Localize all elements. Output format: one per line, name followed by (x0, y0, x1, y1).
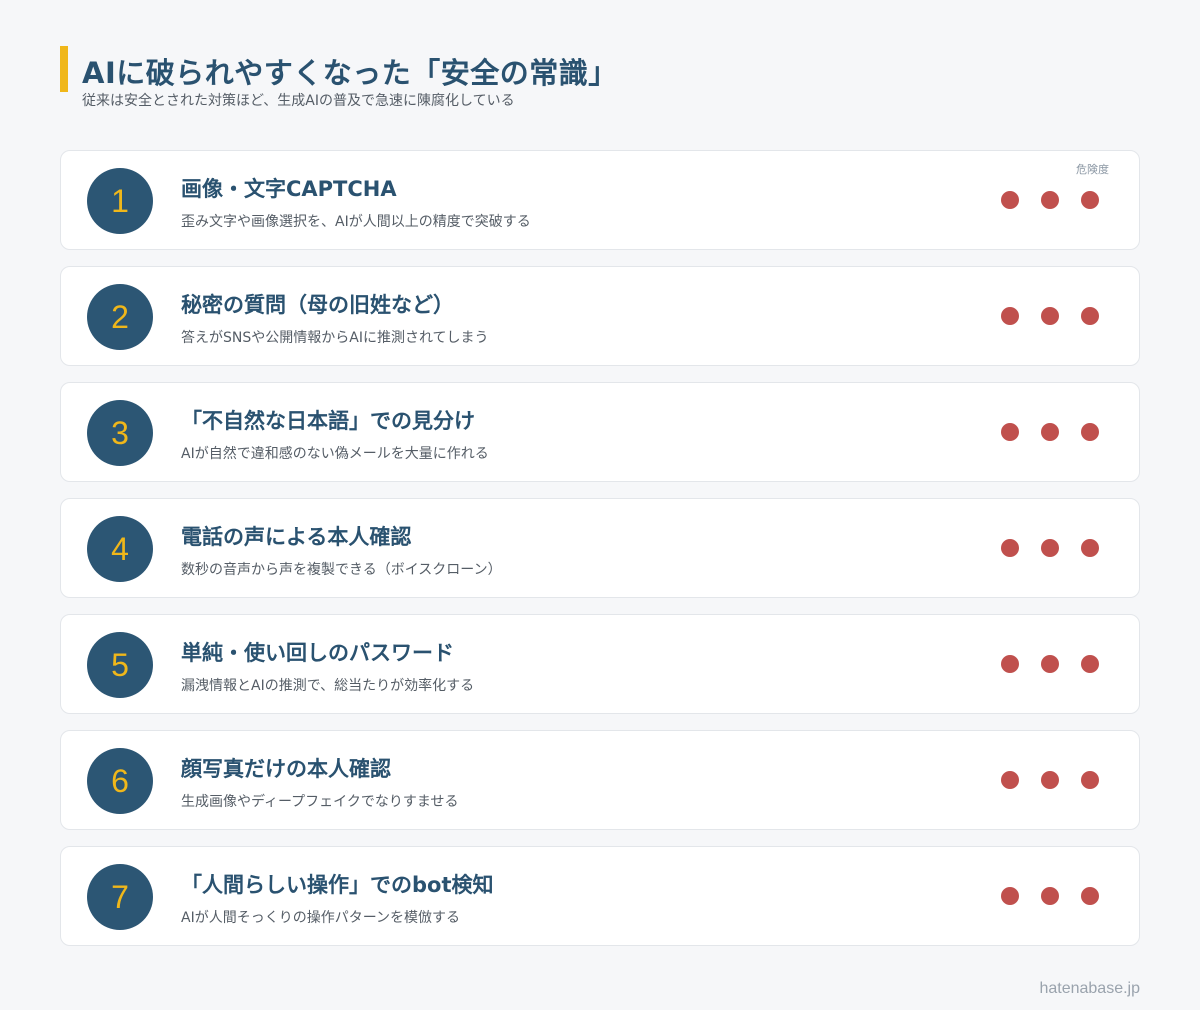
risk-dot-icon (1081, 655, 1099, 673)
risk-dot-icon (1081, 887, 1099, 905)
item-description: 生成画像やディープフェイクでなりすませる (181, 794, 459, 810)
risk-dot-icon (1001, 539, 1019, 557)
accent-bar (60, 46, 68, 92)
risk-list: 1 画像・文字CAPTCHA 歪み文字や画像選択を、AIが人間以上の精度で突破する 危… (60, 150, 1140, 962)
risk-dot-icon (1001, 307, 1019, 325)
risk-indicator (1001, 655, 1099, 673)
risk-indicator (1001, 887, 1099, 905)
item-number-badge: 6 (87, 748, 153, 814)
item-title: 画像・文字CAPTCHA (181, 177, 397, 201)
risk-indicator (1001, 771, 1099, 789)
risk-dot-icon (1041, 191, 1059, 209)
risk-dot-icon (1001, 887, 1019, 905)
item-title: 「不自然な日本語」での見分け (181, 409, 475, 433)
risk-dot-icon (1081, 423, 1099, 441)
risk-indicator (1001, 423, 1099, 441)
risk-dot-icon (1081, 307, 1099, 325)
item-number-badge: 3 (87, 400, 153, 466)
risk-dot-icon (1041, 771, 1059, 789)
risk-dot-icon (1041, 655, 1059, 673)
item-description: 答えがSNSや公開情報からAIに推測されてしまう (181, 330, 489, 346)
risk-indicator (1001, 539, 1099, 557)
risk-dot-icon (1041, 539, 1059, 557)
list-item: 7 「人間らしい操作」でのbot検知 AIが人間そっくりの操作パターンを模倣する (60, 846, 1140, 946)
list-item: 5 単純・使い回しのパスワード漏洩情報とAIの推測で、総当たりが効率化する (60, 614, 1140, 714)
risk-dot-icon (1001, 771, 1019, 789)
item-description: 漏洩情報とAIの推測で、総当たりが効率化する (181, 678, 475, 694)
item-number-badge: 7 (87, 864, 153, 930)
risk-dot-icon (1001, 423, 1019, 441)
footer-site: hatenabase.jp (1039, 980, 1140, 997)
item-description: AIが自然で違和感のない偽メールを大量に作れる (181, 446, 489, 462)
list-item: 6 顔写真だけの本人確認生成画像やディープフェイクでなりすませる (60, 730, 1140, 830)
item-title: 単純・使い回しのパスワード (181, 641, 454, 665)
page-title: AIに破られやすくなった「安全の常識」 (82, 56, 618, 90)
item-number-badge: 1 (87, 168, 153, 234)
risk-dot-icon (1041, 423, 1059, 441)
list-item: 4 電話の声による本人確認数秒の音声から声を複製できる（ボイスクローン） (60, 498, 1140, 598)
item-number-badge: 4 (87, 516, 153, 582)
page-subtitle: 従来は安全とされた対策ほど、生成AIの普及で急速に陳腐化している (82, 93, 515, 109)
risk-dot-icon (1041, 307, 1059, 325)
list-item: 1 画像・文字CAPTCHA 歪み文字や画像選択を、AIが人間以上の精度で突破する 危… (60, 150, 1140, 250)
item-description: AIが人間そっくりの操作パターンを模倣する (181, 910, 461, 926)
item-description: 数秒の音声から声を複製できる（ボイスクローン） (181, 562, 502, 578)
risk-dot-icon (1081, 191, 1099, 209)
list-item: 2 秘密の質問（母の旧姓など） 答えがSNSや公開情報からAIに推測されてしまう (60, 266, 1140, 366)
risk-dot-icon (1041, 887, 1059, 905)
risk-indicator (1001, 191, 1099, 209)
item-number-badge: 5 (87, 632, 153, 698)
item-number-badge: 2 (87, 284, 153, 350)
item-description: 歪み文字や画像選択を、AIが人間以上の精度で突破する (181, 214, 531, 230)
risk-dot-icon (1001, 191, 1019, 209)
risk-label: 危険度 (1076, 163, 1109, 176)
risk-indicator (1001, 307, 1099, 325)
item-title: 顔写真だけの本人確認 (181, 757, 391, 781)
item-title: 「人間らしい操作」でのbot検知 (181, 873, 494, 897)
header: AIに破られやすくなった「安全の常識」 従来は安全とされた対策ほど、生成AIの普… (60, 44, 1140, 114)
list-item: 3 「不自然な日本語」での見分け AIが自然で違和感のない偽メールを大量に作れる (60, 382, 1140, 482)
risk-dot-icon (1081, 771, 1099, 789)
risk-dot-icon (1081, 539, 1099, 557)
risk-dot-icon (1001, 655, 1019, 673)
item-title: 電話の声による本人確認 (181, 525, 412, 549)
item-title: 秘密の質問（母の旧姓など） (181, 293, 454, 317)
